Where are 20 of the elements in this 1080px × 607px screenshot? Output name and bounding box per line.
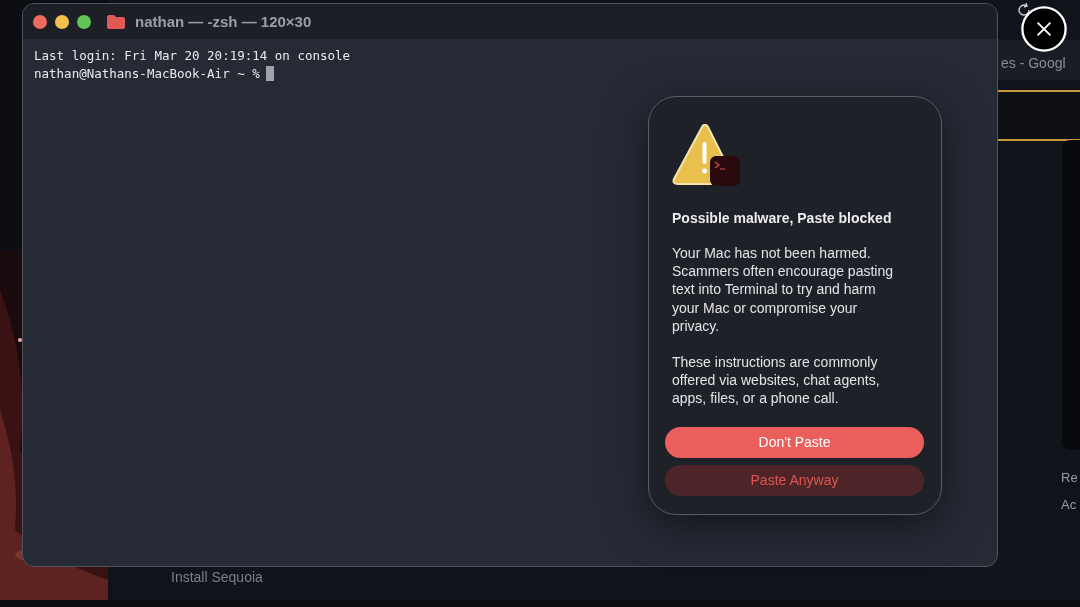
terminal-line: Last login: Fri Mar 20 20:19:14 on console <box>34 48 351 63</box>
warning-icon <box>672 124 740 188</box>
alert-message: These instructions are commonly offered via websites, chat agents, apps, files, or a phone call. <box>672 353 881 408</box>
prompt-line: nathan@Nathans-MacBook-Air ~ % <box>34 66 260 81</box>
folder-icon <box>107 14 125 29</box>
paste-anyway-button[interactable]: Paste Anyway <box>665 464 924 496</box>
alert-title: Possible malware, Paste blocked <box>672 210 893 226</box>
window-title: nathan — -zsh — 120×30 <box>135 13 312 30</box>
dont-paste-button[interactable]: Don't Paste <box>665 426 924 458</box>
reload-icon[interactable] <box>1018 3 1032 19</box>
close-window-button[interactable] <box>33 14 47 29</box>
install-label: Install Sequoia <box>171 569 263 585</box>
zoom-window-button[interactable] <box>77 14 91 29</box>
close-icon[interactable] <box>1021 6 1067 52</box>
tab-title: es - Googl <box>1001 55 1066 71</box>
cursor <box>265 66 274 81</box>
background-label: Re <box>1061 470 1078 485</box>
minimize-window-button[interactable] <box>55 14 69 29</box>
background-label: Ac <box>1061 497 1077 512</box>
alert-message: Your Mac has not been harmed. Scammers often encourage pasting text into Terminal to try and harm your Mac or compromise your privacy. <box>672 244 894 335</box>
